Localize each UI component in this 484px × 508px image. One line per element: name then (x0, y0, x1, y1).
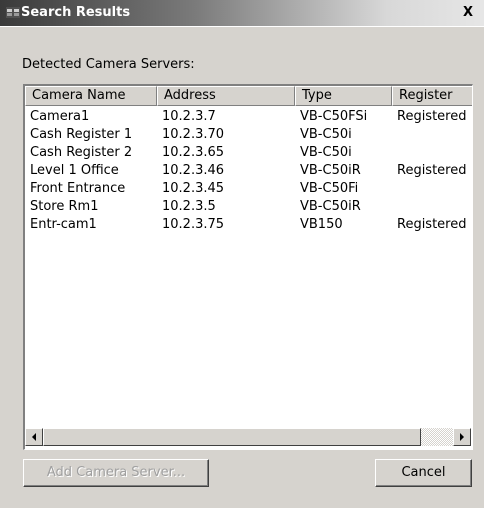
cell-address: 10.2.3.70 (162, 127, 225, 142)
column-header-address[interactable]: Address (157, 86, 295, 106)
cell-type: VB-C50FSi (300, 109, 368, 124)
cell-address: 10.2.3.5 (162, 199, 216, 214)
cell-register: Registered (397, 217, 467, 232)
horizontal-scrollbar[interactable] (25, 428, 471, 446)
cell-camera-name: Front Entrance (30, 181, 126, 196)
cell-camera-name: Camera1 (30, 109, 90, 124)
cell-type: VB-C50i (300, 145, 352, 160)
cell-camera-name: Entr-cam1 (30, 217, 97, 232)
table-row[interactable]: Cash Register 1 10.2.3.70 VB-C50i (25, 126, 472, 144)
cell-type: VB150 (300, 217, 343, 232)
cell-address: 10.2.3.45 (162, 181, 225, 196)
list-header: Camera Name Address Type Register (25, 86, 472, 106)
table-row[interactable]: Front Entrance 10.2.3.45 VB-C50Fi (25, 180, 472, 198)
cell-address: 10.2.3.7 (162, 109, 216, 124)
detected-servers-label: Detected Camera Servers: (22, 57, 195, 72)
camera-server-list[interactable]: Camera Name Address Type Register Camera… (23, 84, 473, 450)
app-window-icon (6, 7, 20, 18)
cell-type: VB-C50iR (300, 163, 361, 178)
table-row[interactable]: Camera1 10.2.3.7 VB-C50FSi Registered (25, 108, 472, 126)
cell-type: VB-C50i (300, 127, 352, 142)
title-bar[interactable]: Search Results X (0, 0, 484, 26)
scrollbar-thumb[interactable] (43, 428, 421, 446)
column-header-camera-name[interactable]: Camera Name (25, 86, 157, 106)
cancel-button[interactable]: Cancel (375, 459, 472, 487)
cell-address: 10.2.3.75 (162, 217, 225, 232)
scroll-left-button[interactable] (25, 428, 43, 446)
add-camera-server-button[interactable]: Add Camera Server... (23, 459, 209, 487)
cell-camera-name: Cash Register 2 (30, 145, 133, 160)
cell-register: Registered (397, 163, 467, 178)
column-header-type[interactable]: Type (295, 86, 392, 106)
scroll-right-button[interactable] (453, 428, 471, 446)
column-header-register[interactable]: Register (392, 86, 472, 106)
scroll-right-arrow-icon (460, 433, 464, 441)
title-divider (0, 26, 484, 27)
table-row[interactable]: Level 1 Office 10.2.3.46 VB-C50iR Regist… (25, 162, 472, 180)
cell-type: VB-C50iR (300, 199, 361, 214)
cell-address: 10.2.3.46 (162, 163, 225, 178)
cell-type: VB-C50Fi (300, 181, 359, 196)
cell-register: Registered (397, 109, 467, 124)
table-row[interactable]: Cash Register 2 10.2.3.65 VB-C50i (25, 144, 472, 162)
close-button[interactable]: X (459, 5, 477, 21)
cell-camera-name: Cash Register 1 (30, 127, 133, 142)
cell-camera-name: Store Rm1 (30, 199, 99, 214)
table-row[interactable]: Entr-cam1 10.2.3.75 VB150 Registered (25, 216, 472, 234)
window-title: Search Results (21, 5, 131, 20)
table-row[interactable]: Store Rm1 10.2.3.5 VB-C50iR (25, 198, 472, 216)
scroll-left-arrow-icon (32, 433, 36, 441)
cell-camera-name: Level 1 Office (30, 163, 119, 178)
cell-address: 10.2.3.65 (162, 145, 225, 160)
close-icon: X (462, 5, 474, 20)
